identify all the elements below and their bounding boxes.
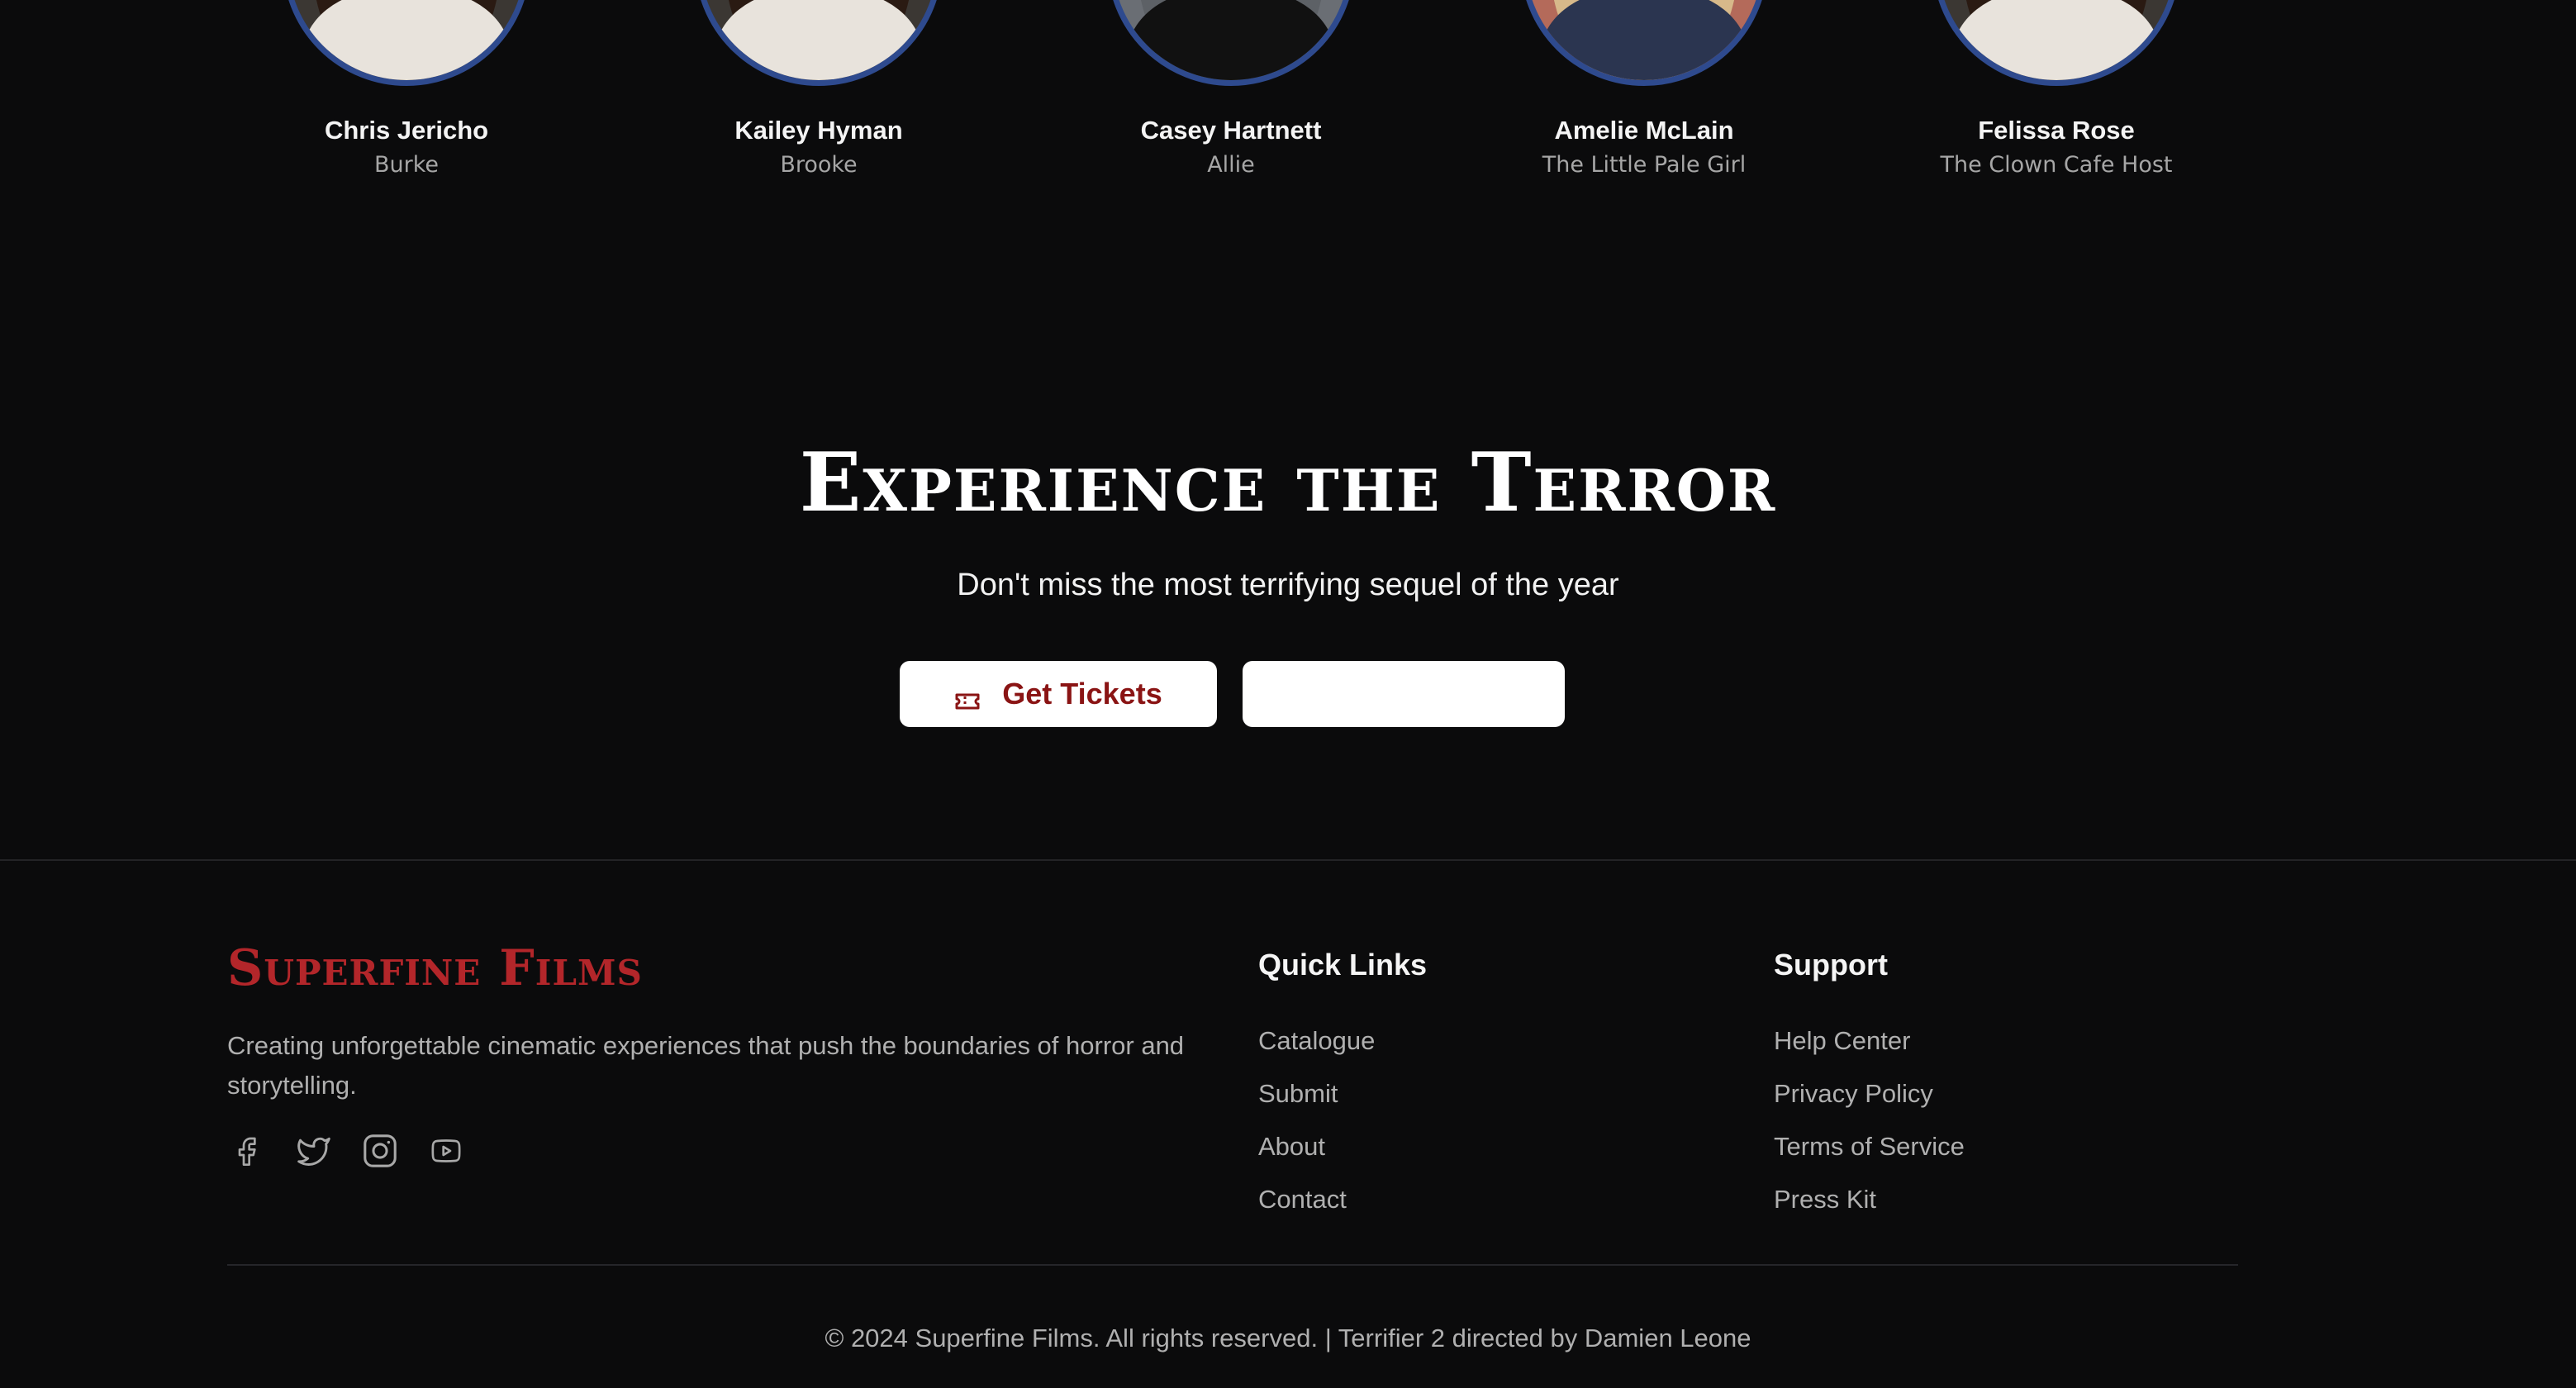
footer-tagline: Creating unforgettable cinematic experie… [227,1031,1185,1100]
avatar [1520,0,1768,86]
cast-section: Chris Jericho Burke Kailey Hyman Brooke … [0,0,2576,198]
ticket-icon [954,684,981,710]
cast-card[interactable]: Felissa Rose The Clown Cafe Host [1850,0,2263,180]
footer-brand[interactable]: Superfine Films [227,939,643,998]
cast-card[interactable]: Kailey Hyman Brooke [612,0,1025,180]
facebook-icon[interactable] [227,1130,269,1172]
footer-divider [0,859,2576,861]
footer-link-terms-of-service[interactable]: Terms of Service [1774,1120,1965,1173]
footer-link-press-kit[interactable]: Press Kit [1774,1173,1965,1226]
instagram-icon[interactable] [359,1130,401,1172]
avatar [1107,0,1355,86]
footer-link-contact[interactable]: Contact [1258,1173,1375,1226]
footer-link-help-center[interactable]: Help Center [1774,1015,1965,1067]
copyright-text: © 2024 Superfine Films. All rights reser… [825,1324,1751,1352]
cast-role: Burke [373,152,440,178]
cast-role: The Clown Cafe Host [1940,152,2173,178]
cast-name: Chris Jericho [324,116,489,145]
youtube-icon[interactable] [425,1130,467,1172]
social-links [227,1130,467,1172]
footer-link-submit[interactable]: Submit [1258,1067,1375,1120]
cast-name: Kailey Hyman [734,116,903,145]
cast-role: Allie [1207,152,1255,178]
cta-subtitle: Don't miss the most terrifying sequel of… [957,568,1619,602]
cast-role: Brooke [780,152,858,178]
quick-links-title: Quick Links [1258,948,1428,982]
page: Chris Jericho Burke Kailey Hyman Brooke … [0,0,2576,1388]
quick-links-list: Catalogue Submit About Contact [1258,1015,1375,1226]
avatar [1932,0,2180,86]
footer-link-about[interactable]: About [1258,1120,1375,1173]
cta-title: Experience the Terror [799,435,1777,530]
footer-link-catalogue[interactable]: Catalogue [1258,1015,1375,1067]
avatar [695,0,943,86]
twitter-icon[interactable] [293,1130,335,1172]
cast-role: The Little Pale Girl [1542,152,1747,178]
cast-name: Casey Hartnett [1140,116,1322,145]
cast-name: Felissa Rose [1978,116,2135,145]
get-tickets-button[interactable]: Get Tickets [900,661,1217,727]
avatar [283,0,530,86]
secondary-cta-button[interactable] [1243,661,1565,727]
support-links-list: Help Center Privacy Policy Terms of Serv… [1774,1015,1965,1226]
cast-card[interactable]: Amelie McLain The Little Pale Girl [1438,0,1851,180]
cast-card[interactable]: Casey Hartnett Allie [1024,0,1438,180]
footer-link-privacy-policy[interactable]: Privacy Policy [1774,1067,1965,1120]
cast-name: Amelie McLain [1554,116,1734,145]
support-title: Support [1774,948,1888,982]
get-tickets-label: Get Tickets [1002,677,1162,711]
bottom-divider [227,1264,2238,1266]
cast-card[interactable]: Chris Jericho Burke [200,0,613,180]
